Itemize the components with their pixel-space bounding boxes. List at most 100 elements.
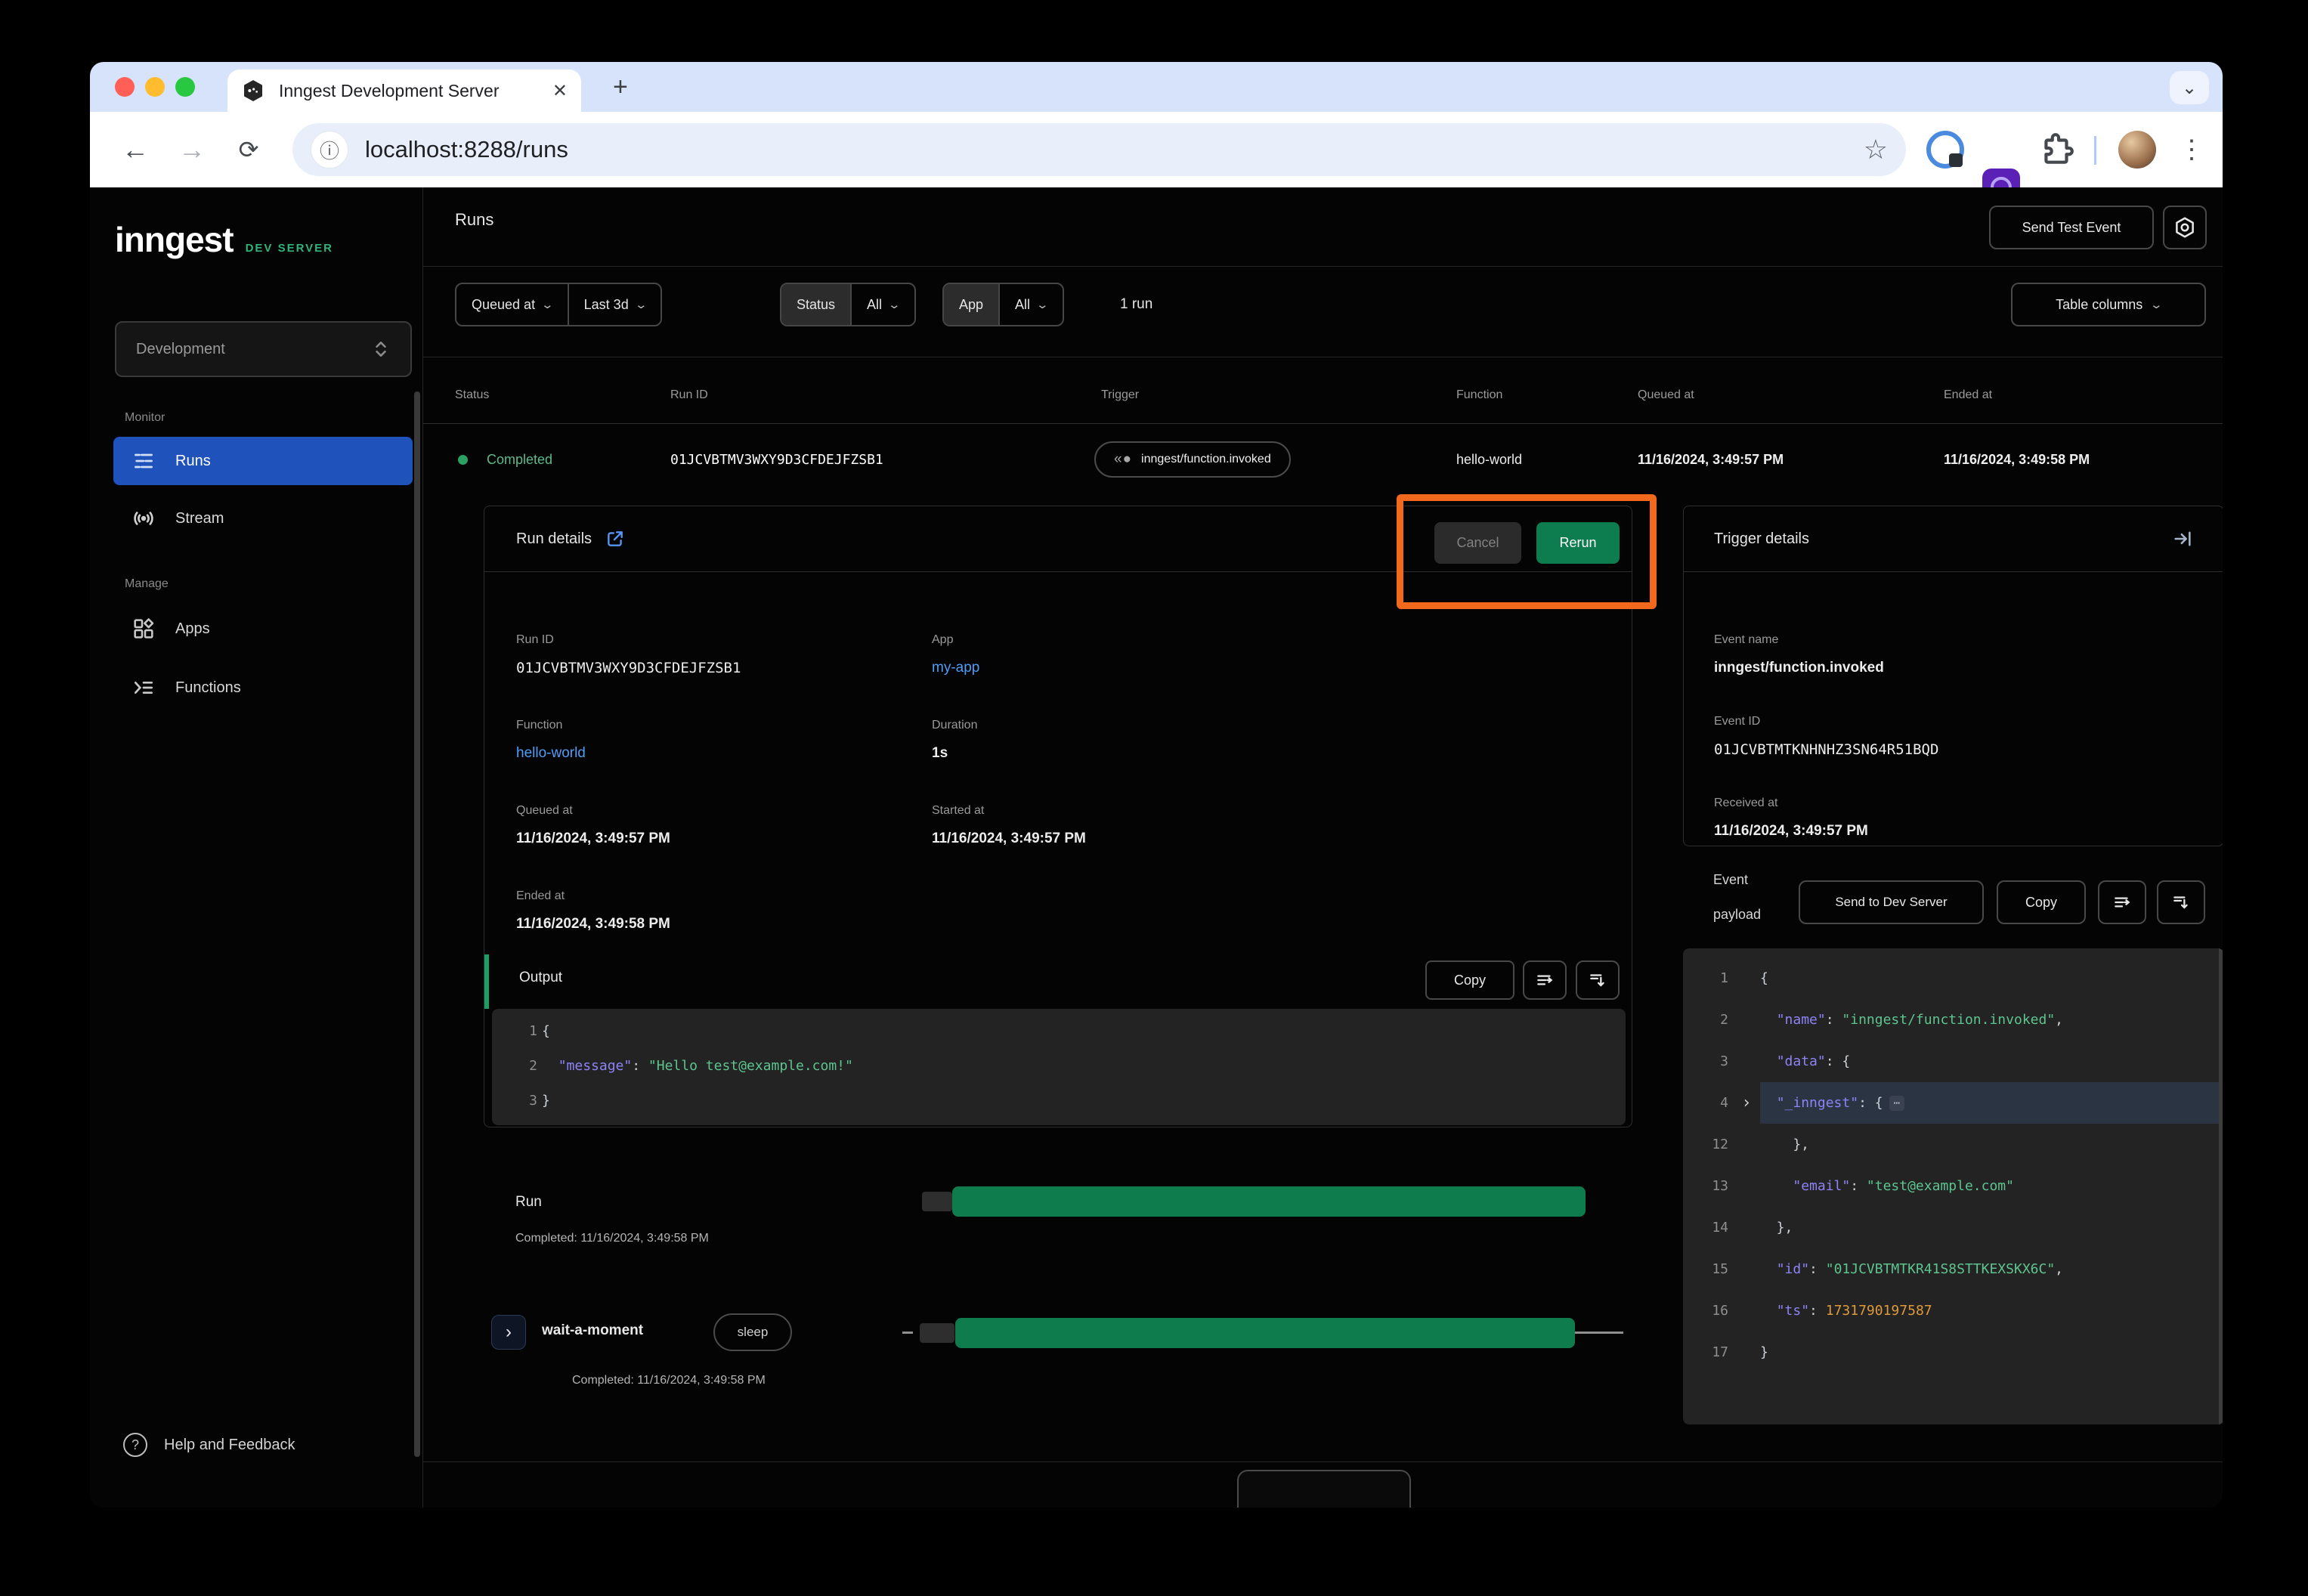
password-manager-extension-icon[interactable] <box>1926 131 1964 169</box>
annotation-box <box>1397 494 1657 609</box>
sidebar-item-stream[interactable]: Stream <box>113 494 413 543</box>
function-link[interactable]: hello-world <box>516 745 586 762</box>
fold-chevron-icon[interactable]: › <box>1733 1093 1760 1112</box>
payload-wrap-lines-button[interactable] <box>2098 880 2146 924</box>
trigger-details-title: Trigger details <box>1714 530 1809 548</box>
step-bar-tick <box>902 1332 913 1334</box>
filter-range-button[interactable]: Last 3d⌄ <box>568 284 661 325</box>
run-bar-queue-segment <box>922 1192 952 1211</box>
run-bar[interactable] <box>952 1186 1586 1217</box>
queued-at-value: 11/16/2024, 3:49:57 PM <box>516 830 670 847</box>
col-function[interactable]: Function <box>1456 388 1502 402</box>
output-wrap-lines-button[interactable] <box>1523 960 1567 1000</box>
code-text: "message": "Hello test@example.com!" <box>542 1048 1626 1083</box>
send-test-event-button[interactable]: Send Test Event <box>1989 206 2154 249</box>
environment-select[interactable]: Development <box>115 321 412 377</box>
browser-toolbar: ← → ⟳ ⓘ localhost:8288/runs ☆ ⋮ <box>90 112 2223 187</box>
help-icon: ? <box>123 1433 147 1457</box>
app-filter-button[interactable]: All ⌄ <box>998 284 1063 325</box>
code-line: 17} <box>1683 1332 2223 1373</box>
app-filter-group: App All⌄ <box>942 283 1064 326</box>
browser-menu-icon[interactable]: ⋮ <box>2179 112 2204 187</box>
select-updown-icon <box>371 339 391 359</box>
token-punct: : <box>632 1058 648 1074</box>
code-text: }, <box>1760 1207 2223 1248</box>
main-area: Runs Send Test Event Queued at⌄ Last 3d⌄ <box>423 187 2223 1508</box>
code-text: "_inngest": {⋯ <box>1760 1082 2223 1124</box>
app-filter-value: All <box>1015 297 1030 313</box>
payload-expand-button[interactable] <box>2157 880 2205 924</box>
status-filter-button[interactable]: All⌄ <box>850 284 914 325</box>
sidebar-item-functions[interactable]: Functions <box>113 663 413 712</box>
send-test-event-label: Send Test Event <box>2022 220 2121 236</box>
run-id-value: 01JCVBTMV3WXY9D3CFDEJFZSB1 <box>516 660 741 676</box>
traffic-light-minimize[interactable] <box>145 77 165 97</box>
output-code-block: 1{2 "message": "Hello test@example.com!"… <box>492 1009 1626 1125</box>
chevron-down-icon: ⌄ <box>1036 298 1050 311</box>
back-icon[interactable]: ← <box>113 112 158 187</box>
send-to-dev-server-button[interactable]: Send to Dev Server <box>1799 880 1984 924</box>
row-function: hello-world <box>1456 438 1522 481</box>
settings-gear-button[interactable] <box>2163 206 2207 249</box>
scroll-bottom-icon <box>2171 892 2191 912</box>
wrap-lines-icon <box>1535 970 1555 990</box>
scrollbar-track[interactable] <box>2219 948 2223 1424</box>
site-info-icon[interactable]: ⓘ <box>311 131 348 169</box>
col-status[interactable]: Status <box>455 388 489 402</box>
token-punct: } <box>542 1093 550 1109</box>
extensions-puzzle-icon[interactable] <box>2038 131 2076 169</box>
col-queued-at[interactable]: Queued at <box>1638 388 1694 402</box>
sidebar-section-monitor: Monitor <box>125 411 165 425</box>
filter-field-button[interactable]: Queued at⌄ <box>456 284 568 325</box>
traffic-light-close[interactable] <box>115 77 135 97</box>
step-bar[interactable] <box>955 1318 1575 1348</box>
token-key: "email" <box>1793 1178 1850 1194</box>
browser-tab[interactable]: Inngest Development Server ✕ <box>227 70 581 112</box>
token-string: "inngest/function.invoked" <box>1842 1012 2055 1028</box>
payload-copy-button[interactable]: Copy <box>1997 880 2086 924</box>
app-content: inngest DEV SERVER Development Monitor R… <box>90 187 2223 1508</box>
toolbar-separator <box>2094 136 2096 165</box>
table-columns-button[interactable]: Table columns⌄ <box>2011 283 2206 326</box>
col-trigger[interactable]: Trigger <box>1101 388 1139 402</box>
pagination-button-partial[interactable] <box>1237 1470 1411 1508</box>
col-run-id[interactable]: Run ID <box>670 388 708 402</box>
code-line: 4› "_inngest": {⋯ <box>1683 1082 2223 1124</box>
ended-at-label: Ended at <box>516 889 565 903</box>
sidebar: inngest DEV SERVER Development Monitor R… <box>90 187 423 1508</box>
new-tab-button[interactable]: + <box>613 73 628 102</box>
forward-icon[interactable]: → <box>169 112 215 187</box>
tab-search-chevron-icon[interactable]: ⌄ <box>2170 71 2209 104</box>
trigger-pill[interactable]: «●inngest/function.invoked <box>1094 438 1291 481</box>
app-link[interactable]: my-app <box>932 660 979 676</box>
status-filter-label: Status <box>781 284 850 325</box>
help-and-feedback[interactable]: ? Help and Feedback <box>123 1433 295 1457</box>
code-line: 13 "email": "test@example.com" <box>1683 1165 2223 1207</box>
url-bar[interactable]: ⓘ localhost:8288/runs ☆ <box>292 123 1906 176</box>
bookmark-star-icon[interactable]: ☆ <box>1864 134 1888 165</box>
sidebar-item-apps[interactable]: Apps <box>113 605 413 653</box>
line-number: 16 <box>1683 1303 1733 1319</box>
code-line: 2 "message": "Hello test@example.com!" <box>492 1048 1626 1083</box>
token-punct: : <box>1850 1178 1867 1194</box>
event-name-value: inngest/function.invoked <box>1714 660 1884 676</box>
scrollbar-thumb[interactable] <box>414 391 420 1457</box>
code-text: }, <box>1760 1124 2223 1165</box>
token-fold[interactable]: ⋯ <box>1889 1096 1904 1111</box>
col-ended-at[interactable]: Ended at <box>1944 388 1992 402</box>
wrap-lines-icon <box>2112 892 2132 912</box>
queued-at-filter-group: Queued at⌄ Last 3d⌄ <box>455 283 662 326</box>
sidebar-item-runs[interactable]: Runs <box>113 437 413 485</box>
reload-icon[interactable]: ⟳ <box>226 112 271 187</box>
token-punct <box>542 1058 558 1074</box>
collapse-panel-icon[interactable] <box>2172 528 2193 549</box>
profile-avatar[interactable] <box>2118 131 2156 169</box>
received-at-value: 11/16/2024, 3:49:57 PM <box>1714 823 1868 840</box>
traffic-light-zoom[interactable] <box>175 77 195 97</box>
step-expand-chevron[interactable]: › <box>491 1315 526 1350</box>
external-link-icon[interactable] <box>605 529 625 549</box>
output-expand-button[interactable] <box>1576 960 1620 1000</box>
page-title: Runs <box>455 210 493 230</box>
tab-close-icon[interactable]: ✕ <box>552 80 568 102</box>
output-copy-button[interactable]: Copy <box>1425 960 1514 1000</box>
